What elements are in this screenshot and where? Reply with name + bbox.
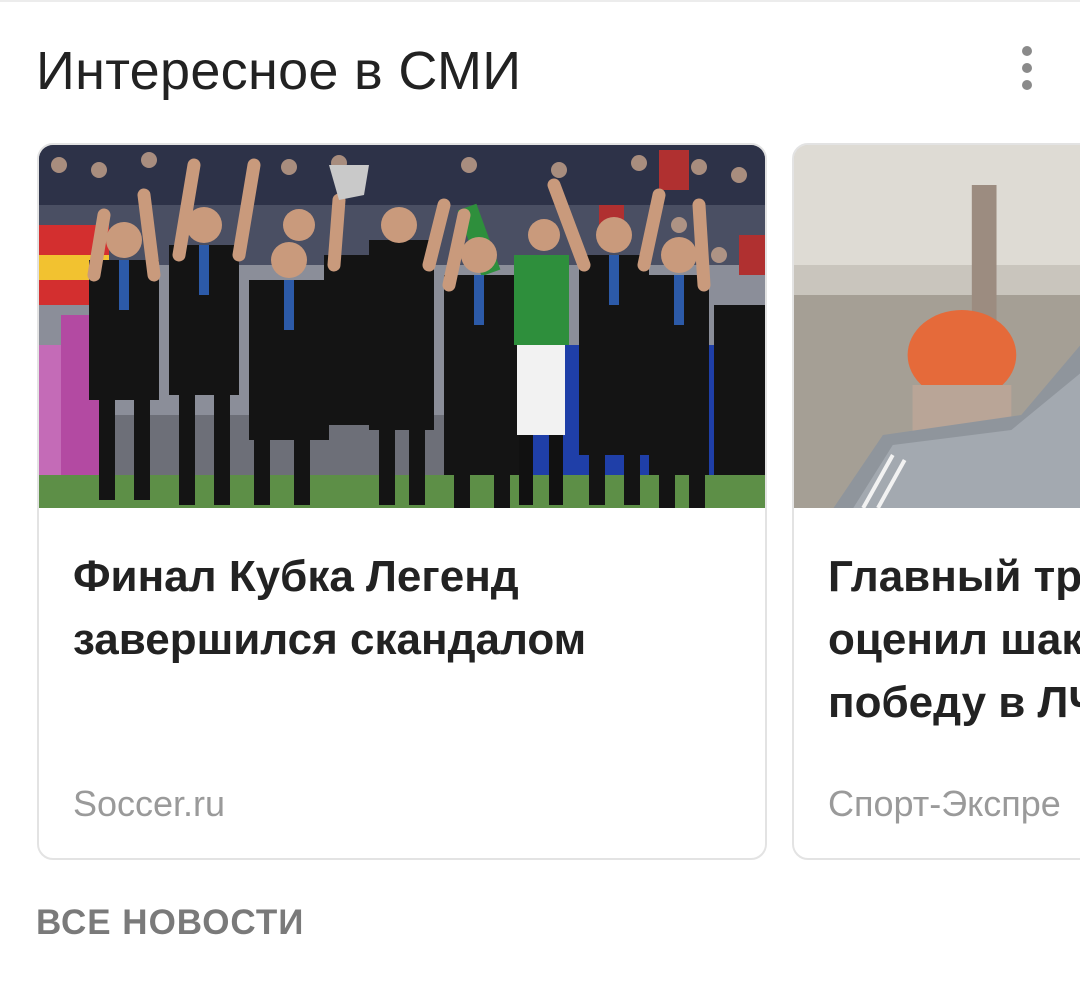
- news-card-image: [794, 145, 1080, 508]
- news-card-title-line: Главный тр: [828, 552, 1080, 601]
- top-divider: [0, 0, 1080, 2]
- more-vertical-icon-dot: [1022, 80, 1032, 90]
- news-card-source: Soccer.ru: [73, 783, 226, 824]
- news-card-title-line: оценил шак: [828, 615, 1080, 664]
- news-card-title: Главный тр оценил шак победу в ЛЧ: [828, 545, 1080, 734]
- more-vertical-icon: [1022, 46, 1032, 56]
- news-card-title-line: победу в ЛЧ: [828, 678, 1080, 727]
- football-team-photo: [39, 145, 765, 508]
- section-title: Интересное в СМИ: [36, 41, 522, 101]
- more-vertical-icon-dot: [1022, 63, 1032, 73]
- more-options-button[interactable]: [1004, 40, 1050, 96]
- news-card-title: Финал Кубка Легенд завершился скандалом: [73, 552, 587, 664]
- news-card[interactable]: Финал Кубка Легенд завершился скандалом …: [37, 143, 767, 860]
- news-card-source: Спорт-Экспре: [828, 783, 1061, 824]
- all-news-link[interactable]: ВСЕ НОВОСТИ: [36, 903, 304, 943]
- news-card-image: [39, 145, 765, 508]
- news-card[interactable]: Главный тр оценил шак победу в ЛЧ Спорт-…: [792, 143, 1080, 860]
- coach-portrait-photo: [794, 145, 1080, 508]
